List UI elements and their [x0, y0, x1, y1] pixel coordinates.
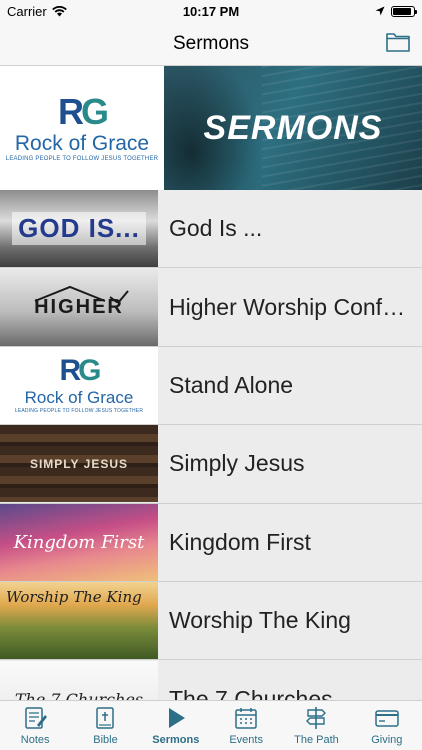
sermon-row[interactable]: Kingdom First Kingdom First: [0, 503, 422, 582]
tab-label: Bible: [93, 734, 118, 746]
sermon-thumbnail: GOD IS...: [0, 190, 158, 268]
play-icon: [168, 708, 185, 728]
logo-tagline: LEADING PEOPLE TO FOLLOW JESUS TOGETHER: [14, 408, 144, 415]
notes-icon: [25, 707, 48, 729]
tab-sermons[interactable]: Sermons: [141, 701, 211, 750]
wifi-icon: [51, 5, 67, 16]
card-icon: [375, 710, 399, 727]
location-arrow-icon: [375, 6, 385, 16]
thumbnail-text: SIMPLY JESUS: [29, 456, 129, 471]
carrier-label: Carrier: [7, 3, 47, 19]
thumbnail-text: The 7 Churches: [14, 689, 144, 700]
sermon-thumbnail: HIGHER: [0, 268, 158, 346]
sermon-row[interactable]: RG Rock of Grace LEADING PEOPLE TO FOLLO…: [0, 346, 422, 426]
tab-label: Notes: [20, 734, 50, 746]
tab-notes[interactable]: Notes: [0, 701, 70, 750]
sermon-title: The 7 Churches: [169, 685, 333, 700]
sermon-list[interactable]: RG Rock of Grace LEADING PEOPLE TO FOLLO…: [0, 66, 422, 700]
logo-mark: RG: [57, 91, 109, 132]
tab-label: Sermons: [152, 734, 200, 746]
calendar-icon: [235, 708, 257, 729]
logo-name: Rock of Grace: [14, 132, 150, 155]
status-left: Carrier: [7, 4, 67, 19]
sermon-title: Higher Worship Confe…: [169, 293, 418, 320]
tab-label: Giving: [371, 734, 403, 746]
banner-title: SERMONS: [203, 108, 383, 147]
church-logo: RG Rock of Grace LEADING PEOPLE TO FOLLO…: [0, 66, 164, 190]
sermon-row[interactable]: HIGHER Higher Worship Confe…: [0, 268, 422, 347]
logo-tagline: LEADING PEOPLE TO FOLLOW JESUS TOGETHER: [5, 156, 159, 162]
sermon-thumbnail: Kingdom First: [0, 503, 158, 581]
tab-the-path[interactable]: The Path: [281, 701, 351, 750]
sermons-hero-banner: RG Rock of Grace LEADING PEOPLE TO FOLLO…: [0, 66, 422, 190]
sermon-row[interactable]: The 7 Churches The 7 Churches: [0, 660, 422, 700]
folder-icon[interactable]: [386, 32, 410, 52]
thumbnail-text: Rock of Grace: [24, 388, 134, 408]
tab-events[interactable]: Events: [211, 701, 281, 750]
thumbnail-text: Worship The King: [6, 588, 142, 607]
page-title: Sermons: [172, 32, 250, 54]
banner-image: SERMONS: [164, 66, 422, 190]
sermon-title: God Is ...: [169, 215, 263, 242]
sermon-title: Kingdom First: [169, 528, 311, 555]
status-right: [375, 5, 417, 17]
tab-label: The Path: [294, 734, 339, 746]
sermon-row[interactable]: GOD IS... God Is ...: [0, 190, 422, 269]
logo-mark: RG: [59, 354, 101, 388]
tab-bar: Notes Bible Sermons Events The Path Givi…: [0, 700, 422, 750]
sermon-thumbnail: Worship The King: [0, 582, 158, 660]
roof-outline-icon: [34, 285, 129, 303]
bible-icon: [96, 707, 115, 729]
sermon-title: Simply Jesus: [169, 450, 305, 477]
sermon-thumbnail: SIMPLY JESUS: [0, 425, 158, 503]
sermon-title: Stand Alone: [169, 371, 294, 398]
sermon-row[interactable]: Worship The King Worship The King: [0, 581, 422, 661]
battery-icon: [391, 5, 417, 17]
status-bar: Carrier 10:17 PM: [0, 0, 422, 22]
sermon-row[interactable]: SIMPLY JESUS Simply Jesus: [0, 425, 422, 504]
sermon-title: Worship The King: [169, 607, 351, 634]
thumbnail-text: Kingdom First: [13, 531, 145, 553]
tab-bible[interactable]: Bible: [70, 701, 140, 750]
tab-label: Events: [229, 734, 263, 746]
tab-giving[interactable]: Giving: [352, 701, 422, 750]
navigation-bar: Sermons: [0, 22, 422, 66]
sermon-thumbnail: RG Rock of Grace LEADING PEOPLE TO FOLLO…: [0, 346, 158, 424]
sermon-thumbnail: The 7 Churches: [0, 660, 158, 700]
signpost-icon: [306, 707, 327, 729]
thumbnail-text: GOD IS...: [12, 212, 146, 246]
